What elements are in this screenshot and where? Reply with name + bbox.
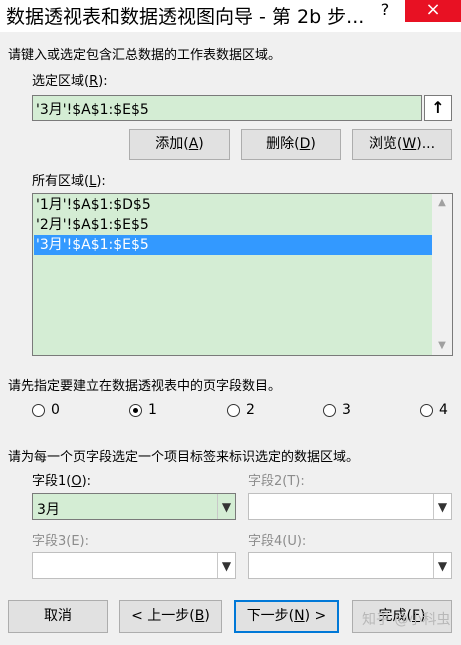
range-instruction: 请键入或选定包含汇总数据的工作表数据区域。 bbox=[8, 48, 282, 63]
help-button[interactable]: ? bbox=[372, 0, 398, 22]
close-button[interactable]: × bbox=[405, 0, 461, 22]
radio-page-fields-1[interactable] bbox=[129, 404, 142, 417]
window-title: 数据透视表和数据透视图向导 - 第 2b 步... bbox=[6, 6, 365, 28]
list-item[interactable]: '2月'!$A$1:$E$5 bbox=[34, 215, 434, 235]
radio-page-fields-0[interactable] bbox=[32, 404, 45, 417]
watermark: 知乎 @小科虫 bbox=[362, 612, 451, 628]
list-item-selected[interactable]: '3月'!$A$1:$E$5 bbox=[34, 235, 434, 255]
field2-label: 字段2(T): bbox=[248, 474, 305, 489]
delete-button[interactable]: 删除(D) bbox=[241, 129, 341, 160]
scroll-down-icon[interactable]: ▼ bbox=[432, 337, 452, 355]
add-button[interactable]: 添加(A) bbox=[129, 129, 230, 160]
list-scrollbar[interactable]: ▲ ▼ bbox=[432, 194, 452, 355]
cancel-button[interactable]: 取消 bbox=[8, 600, 108, 633]
collapse-dialog-button[interactable]: ↑ bbox=[424, 95, 452, 121]
page-fields-instruction: 请先指定要建立在数据透视表中的页字段数目。 bbox=[8, 379, 282, 394]
back-button[interactable]: < 上一步(B) bbox=[119, 600, 222, 633]
radio-label-1: 1 bbox=[148, 402, 157, 418]
all-ranges-label: 所有区域(L): bbox=[32, 174, 106, 189]
list-item[interactable]: '1月'!$A$1:$D$5 bbox=[34, 195, 434, 215]
field4-label: 字段4(U): bbox=[248, 534, 307, 549]
next-button[interactable]: 下一步(N) > bbox=[234, 600, 339, 633]
radio-page-fields-3[interactable] bbox=[323, 404, 336, 417]
field1-value: 3月 bbox=[37, 502, 60, 518]
radio-page-fields-2[interactable] bbox=[227, 404, 240, 417]
field-labels-instruction: 请为每一个页字段选定一个项目标签来标识选定的数据区域。 bbox=[8, 450, 360, 465]
field2-combo[interactable]: ▼ bbox=[248, 493, 452, 520]
range-input-value: '3月'!$A$1:$E$5 bbox=[36, 102, 149, 118]
scroll-up-icon[interactable]: ▲ bbox=[432, 194, 452, 212]
radio-page-fields-4[interactable] bbox=[420, 404, 433, 417]
radio-label-4: 4 bbox=[439, 402, 448, 418]
chevron-down-icon[interactable]: ▼ bbox=[433, 494, 451, 519]
radio-label-3: 3 bbox=[342, 402, 351, 418]
chevron-down-icon[interactable]: ▼ bbox=[217, 494, 235, 519]
field1-combo[interactable]: 3月 ▼ bbox=[32, 493, 236, 520]
chevron-down-icon[interactable]: ▼ bbox=[217, 553, 235, 578]
radio-label-2: 2 bbox=[246, 402, 255, 418]
chevron-down-icon[interactable]: ▼ bbox=[433, 553, 451, 578]
select-range-label: 选定区域(R): bbox=[32, 74, 108, 89]
field1-label: 字段1(O): bbox=[32, 474, 92, 489]
all-ranges-list[interactable]: '1月'!$A$1:$D$5 '2月'!$A$1:$E$5 '3月'!$A$1:… bbox=[32, 193, 453, 356]
range-input[interactable]: '3月'!$A$1:$E$5 bbox=[32, 95, 422, 121]
field3-combo[interactable]: ▼ bbox=[32, 552, 236, 579]
browse-button[interactable]: 浏览(W)... bbox=[352, 129, 452, 160]
collapse-arrow-icon: ↑ bbox=[431, 98, 445, 117]
field3-label: 字段3(E): bbox=[32, 534, 90, 549]
field4-combo[interactable]: ▼ bbox=[248, 552, 452, 579]
radio-label-0: 0 bbox=[51, 402, 60, 418]
